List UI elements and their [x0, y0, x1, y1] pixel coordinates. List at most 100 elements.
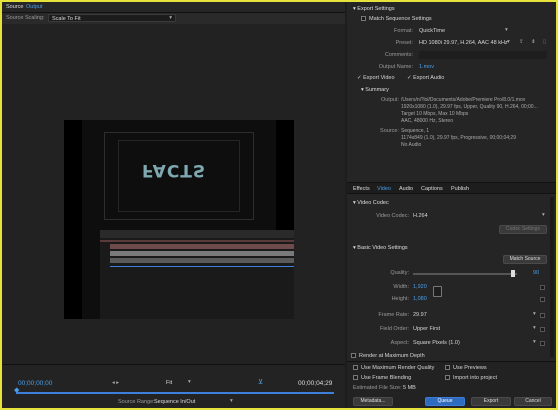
preview-tabs: Source Output: [2, 2, 345, 13]
render-max-depth-label: Render at Maximum Depth: [359, 353, 425, 359]
output-name-link[interactable]: 1.mov: [419, 64, 434, 70]
cancel-button[interactable]: Cancel: [514, 397, 552, 406]
tab-output[interactable]: Output: [26, 4, 43, 10]
comments-input[interactable]: [419, 51, 547, 59]
export-button[interactable]: Export: [471, 397, 511, 406]
comments-label: Comments:: [384, 52, 413, 58]
summary-source-line1: Sequence, 1: [401, 128, 430, 134]
timecode-start[interactable]: 00;00;00;00: [18, 380, 52, 387]
summary-output-line2: 1920x1080 (1.0), 29.97 fps, Upper, Quali…: [401, 104, 538, 110]
basic-video-settings-header[interactable]: ▾ Basic Video Settings: [353, 245, 408, 251]
summary-source-line3: No Audio: [401, 142, 422, 148]
export-settings-header[interactable]: ▾ Export Settings: [353, 6, 395, 12]
chevron-down-icon: ▾: [533, 339, 536, 345]
tab-source[interactable]: Source: [6, 4, 23, 10]
frame-rate-checkbox[interactable]: [540, 313, 545, 318]
queue-button[interactable]: Queue: [425, 397, 465, 406]
preview-frame: FACTS: [64, 120, 294, 319]
width-label: Width:: [393, 284, 409, 290]
summary-output-line1: /Users/ni?lol/Documents/Adobe/Premiere P…: [401, 97, 526, 103]
frame-rate-label: Frame Rate:: [378, 312, 409, 318]
render-max-depth-checkbox[interactable]: Render at Maximum Depth: [351, 353, 425, 359]
field-order-value[interactable]: Upper First: [413, 326, 440, 332]
format-value[interactable]: QuickTime: [419, 28, 445, 34]
format-label: Format:: [394, 28, 413, 34]
tab-audio[interactable]: Audio: [399, 186, 413, 192]
frame-rate-value[interactable]: 29.97: [413, 312, 427, 318]
source-range-label: Source Range:: [118, 399, 155, 405]
aspect-checkbox[interactable]: [540, 341, 545, 346]
summary-header[interactable]: ▾ Summary: [361, 87, 389, 93]
mirrored-title-text: FACTS: [142, 160, 207, 180]
checkbox-icon: [353, 375, 358, 381]
codec-settings-button[interactable]: Codec Settings: [499, 225, 547, 234]
summary-source-label: Source:: [380, 128, 399, 134]
quality-slider-track[interactable]: [413, 273, 517, 275]
save-preset-icon[interactable]: ⇪: [519, 39, 524, 45]
basic-video-settings-title: Basic Video Settings: [357, 245, 408, 251]
field-order-checkbox[interactable]: [540, 327, 545, 332]
output-name-label: Output Name:: [378, 64, 413, 70]
width-value[interactable]: 1,920: [413, 284, 427, 290]
tab-captions[interactable]: Captions: [421, 186, 443, 192]
height-value[interactable]: 1,080: [413, 296, 427, 302]
preset-value[interactable]: HD 1080i 29.97, H.264, AAC 48 kHz: [419, 40, 508, 46]
chevron-down-icon: ▾: [505, 27, 508, 33]
playhead-icon[interactable]: ◆: [14, 386, 19, 394]
source-range-value[interactable]: Sequence In/Out: [154, 399, 195, 405]
match-source-button[interactable]: Match Source: [503, 255, 547, 264]
video-codec-header[interactable]: ▾ Video Codec: [353, 200, 389, 206]
tab-effects[interactable]: Effects: [353, 186, 370, 192]
preset-label: Preset:: [395, 40, 413, 46]
checkbox-icon: [361, 16, 366, 22]
export-audio-checkbox[interactable]: ✓ Export Audio: [407, 75, 444, 81]
checkbox-icon: [351, 353, 356, 359]
timecode-end: 00;00;04;29: [298, 380, 333, 387]
use-max-render-checkbox[interactable]: Use Maximum Render Quality: [353, 365, 434, 371]
match-sequence-checkbox[interactable]: Match Sequence Settings: [361, 16, 432, 22]
checkbox-icon: [445, 375, 450, 381]
export-video-checkbox[interactable]: ✓ Export Video: [357, 75, 395, 81]
metadata-button[interactable]: Metadata...: [353, 397, 393, 406]
import-into-project-label: Import into project: [453, 375, 498, 381]
source-scaling-select[interactable]: Scale To Fit ▾: [48, 14, 176, 22]
step-controls[interactable]: ◂ ▸: [112, 380, 119, 386]
checkbox-icon: [445, 365, 450, 371]
settings-pane: ▾ Export Settings Match Sequence Setting…: [347, 2, 556, 408]
settings-scrollbar[interactable]: [550, 197, 554, 357]
use-frame-blending-label: Use Frame Blending: [361, 375, 412, 381]
quality-value[interactable]: 90: [533, 270, 539, 276]
height-label: Height:: [391, 296, 409, 302]
source-scaling-row: Source Scaling: Scale To Fit ▾: [2, 13, 345, 24]
chevron-down-icon: ▾: [533, 311, 536, 317]
file-size-value: 5 MB: [403, 385, 416, 391]
aspect-value[interactable]: Square Pixels (1.0): [413, 340, 460, 346]
timeline-track: [100, 240, 294, 242]
marker-icon[interactable]: ⊻: [258, 378, 263, 386]
use-previews-checkbox[interactable]: Use Previews: [445, 365, 487, 371]
source-scaling-label: Source Scaling:: [6, 15, 45, 21]
video-codec-value[interactable]: H.264: [413, 213, 428, 219]
use-frame-blending-checkbox[interactable]: Use Frame Blending: [353, 375, 411, 381]
settings-tabs: Effects Video Audio Captions Publish: [347, 182, 556, 194]
file-size-label: Estimated File Size:: [353, 385, 402, 391]
trash-icon[interactable]: ▯: [543, 39, 546, 45]
tab-video[interactable]: Video: [377, 186, 391, 192]
playhead-range-bar[interactable]: [16, 392, 334, 394]
timeline-clip-gray: [110, 251, 294, 256]
timeline-blue-line: [110, 266, 294, 267]
import-preset-icon[interactable]: ⇟: [531, 39, 536, 45]
chevron-down-icon: ▾: [230, 398, 233, 404]
transport-bar: 00;00;00;00 ◂ ▸ Fit ▾ ⊻ 00;00;04;29 Sour…: [2, 364, 345, 408]
import-into-project-checkbox[interactable]: Import into project: [445, 375, 497, 381]
preview-pane: Source Output Source Scaling: Scale To F…: [2, 2, 345, 408]
video-codec-label: Video Codec:: [376, 213, 409, 219]
embedded-timeline: [100, 230, 294, 319]
preview-frame-content: FACTS: [82, 120, 294, 319]
link-icon[interactable]: [433, 286, 442, 297]
height-checkbox[interactable]: [540, 297, 545, 302]
width-checkbox[interactable]: [540, 285, 545, 290]
tab-publish[interactable]: Publish: [451, 186, 469, 192]
fit-select[interactable]: Fit: [166, 380, 172, 386]
quality-slider-handle[interactable]: [511, 270, 515, 277]
